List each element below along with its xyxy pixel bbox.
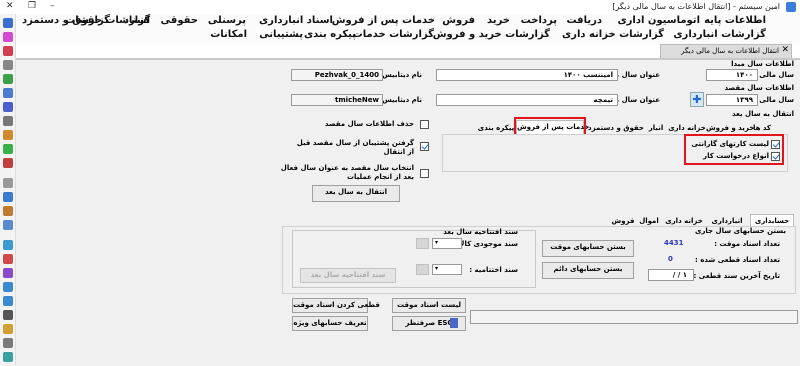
dest-title-field[interactable]: تیمچه (436, 94, 618, 106)
edit-icon[interactable] (3, 60, 13, 70)
origin-year-label: سال مالی : (754, 71, 794, 79)
close-accounts-section: بستن حسابهای سال جاری (694, 227, 786, 235)
delete-dest-checkbox[interactable] (420, 120, 429, 129)
user-icon[interactable] (3, 102, 13, 112)
up-icon[interactable] (3, 282, 13, 292)
last-final-date-field[interactable]: / / ۱ (648, 269, 694, 281)
status-field (470, 310, 798, 324)
origin-year-field[interactable]: ۱۴۰۰ (706, 69, 758, 81)
menu-personnel[interactable]: پرسنلی (208, 15, 246, 26)
door-icon (450, 318, 458, 328)
menu-configuration[interactable]: پیکره بندی (304, 29, 356, 40)
menu-warehouse-docs[interactable]: اسناد انبارداری (259, 15, 333, 26)
new-icon[interactable] (3, 74, 13, 84)
stop-icon[interactable] (3, 158, 13, 168)
items-highlight (684, 134, 784, 165)
temp-count-label: تعداد اسناد موقت : (714, 240, 780, 248)
add-icon[interactable] (3, 240, 13, 250)
temp-count-value: 4431 (664, 239, 684, 247)
stock-doc-label: سند موجودی کالا : (454, 240, 518, 248)
final-count-label: تعداد اسناد قطعی شده : (694, 256, 780, 264)
print-icon[interactable] (3, 116, 13, 126)
dest-db-field[interactable]: tmicheNew (291, 94, 383, 106)
dest-section-title: اطلاعات سال مقصد (724, 84, 794, 92)
transfer-section-title: انتقال به سال بعد (731, 110, 794, 118)
arrow-icon[interactable] (3, 18, 13, 28)
finalize-temp-docs-button[interactable]: قطعی کردن اسناد موقت (292, 298, 380, 313)
tab-close-icon[interactable]: ✕ (781, 45, 789, 55)
select-dest-checkbox[interactable] (420, 169, 429, 178)
delete-icon[interactable] (3, 254, 13, 264)
menu-support[interactable]: پشتیبانی (259, 29, 303, 40)
dest-year-field[interactable]: ۱۳۹۹ (706, 94, 758, 106)
menu-facilities[interactable]: امکانات (210, 29, 247, 40)
folder-icon[interactable] (3, 130, 13, 140)
pin-icon[interactable] (3, 32, 13, 42)
closing-doc-label: سند اختتامیه : (469, 266, 518, 274)
document-tab-label: انتقال اطلاعات به سال مالی دیگر (681, 47, 779, 55)
closing-doc-combo[interactable]: ▾ (432, 264, 462, 275)
stock-doc-combo[interactable]: ▾ (432, 238, 462, 249)
transfer-next-year-button[interactable]: انتقال به سال بعد (312, 185, 400, 202)
filter-icon[interactable] (3, 268, 13, 278)
window-close-button[interactable]: ✕ (6, 1, 14, 11)
temp-docs-list-button[interactable]: لیست اسناد موقت (392, 298, 466, 313)
select-dest-label-1: انتخاب سال مقصد به عنوان سال فعال (280, 164, 414, 172)
closing-doc-indicator (416, 264, 429, 275)
menu-receipt[interactable]: دریافت (566, 15, 602, 26)
delete-dest-label: حذف اطلاعات سال مقصد (324, 120, 414, 128)
menu-warehouse-reports[interactable]: گزارشات انبارداری (673, 29, 766, 40)
menu-payment[interactable]: پرداخت (521, 15, 557, 26)
menu-base-info[interactable]: اطلاعات پایه (704, 15, 766, 26)
find-icon[interactable] (3, 220, 13, 230)
dest-year-label: سال مالی : (754, 96, 794, 104)
close-perm-accounts-button[interactable]: بستن حسابهای دائم (542, 262, 634, 279)
menu-services-reports[interactable]: گزارشات خدمات (353, 29, 434, 40)
chart-icon[interactable] (3, 88, 13, 98)
info-icon[interactable] (3, 352, 13, 362)
menu-purchase[interactable]: خرید (487, 15, 510, 26)
menu-treasury-reports[interactable]: گزارشات خزانه داری (562, 29, 664, 40)
last-icon[interactable] (3, 324, 13, 334)
add-year-button[interactable]: ✚ (690, 92, 704, 107)
final-count-value: 0 (668, 255, 673, 263)
select-dest-label-2: بعد از انجام عملیات (346, 173, 414, 181)
first-icon[interactable] (3, 310, 13, 320)
document-tab[interactable]: ✕ انتقال اطلاعات به سال مالی دیگر (660, 44, 792, 58)
menu-sales[interactable]: فروش (442, 15, 475, 26)
list-icon[interactable] (3, 338, 13, 348)
backup-checkbox[interactable] (420, 142, 429, 151)
window-title: امین سیستم - [انتقال اطلاعات به سال مالی… (612, 2, 780, 11)
app-icon (786, 2, 796, 12)
backup-label: گرفتن پشتیبان از سال مقصد قبل از انتقال (296, 139, 414, 156)
menu-payroll[interactable]: حقوقی (161, 15, 198, 26)
down-icon[interactable] (3, 296, 13, 306)
menu-after-sales[interactable]: خدمات پس از فروش (332, 15, 435, 26)
copy-icon[interactable] (3, 192, 13, 202)
menu-payroll-reports[interactable]: گزارشات حقوق و دستمزد (22, 15, 150, 26)
opening-doc-button[interactable]: سند افتتاحیه سال بعد (300, 268, 396, 283)
origin-db-label: نام دیتابیس : (376, 71, 422, 79)
cut-icon[interactable] (3, 178, 13, 188)
special-accounts-button[interactable]: تعریف حسابهای ویژه (292, 316, 368, 331)
window-restore-button[interactable]: ❐ (28, 1, 36, 11)
origin-db-field[interactable]: Pezhvak_0_1400 (291, 69, 383, 81)
main-content: اطلاعات سال مبدا سال مالی : ۱۴۰۰ عنوان س… (16, 60, 800, 366)
title-bar: ✕ ❐ – امین سیستم - [انتقال اطلاعات به سا… (0, 0, 800, 14)
close-temp-accounts-button[interactable]: بستن حسابهای موقت (542, 240, 634, 257)
stock-doc-indicator (416, 238, 429, 249)
opening-section-title: سند افتتاحیه سال بعد (443, 228, 518, 236)
close-icon[interactable] (3, 46, 13, 56)
menu-trade-reports[interactable]: گزارشات خرید و فروش (433, 29, 550, 40)
last-final-date-label: تاریخ آخرین سند قطعی : (693, 272, 780, 280)
check-icon[interactable] (3, 144, 13, 154)
paste-icon[interactable] (3, 206, 13, 216)
menu-office-automation[interactable]: اتوماسیون اداری (617, 15, 700, 26)
origin-title-field[interactable]: امیننسب ۱۴۰۰ (436, 69, 618, 81)
left-toolbar (0, 14, 16, 366)
window-minimize-button[interactable]: – (50, 1, 55, 11)
origin-section-title: اطلاعات سال مبدا (731, 60, 794, 68)
dest-db-label: نام دیتابیس : (376, 96, 422, 104)
